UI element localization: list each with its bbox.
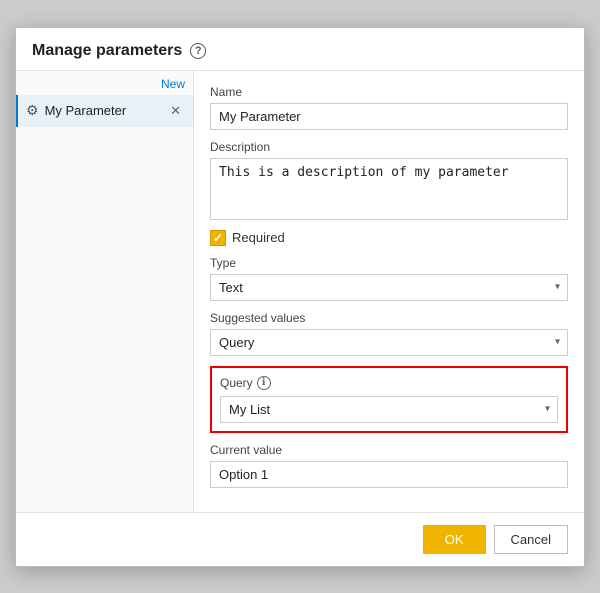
type-field-group: Type Text Number Date Boolean ▾ — [210, 256, 568, 301]
new-bar: New — [16, 71, 193, 95]
suggested-values-select[interactable]: Query List of values Any value — [210, 329, 568, 356]
help-icon[interactable]: ? — [190, 43, 206, 59]
dialog-footer: OK Cancel — [16, 512, 584, 566]
required-row: ✓ Required — [210, 230, 568, 246]
name-label: Name — [210, 85, 568, 99]
current-value-label: Current value — [210, 443, 568, 457]
query-section: Query ℹ My List Query List ▾ — [210, 366, 568, 433]
type-label: Type — [210, 256, 568, 270]
current-value-input[interactable] — [210, 461, 568, 488]
dialog-header: Manage parameters ? — [16, 28, 584, 71]
left-panel: New ⚙ My Parameter ✕ — [16, 71, 194, 512]
type-select-wrap: Text Number Date Boolean ▾ — [210, 274, 568, 301]
dialog-body: New ⚙ My Parameter ✕ Name Description Th… — [16, 71, 584, 512]
query-select-wrap: My List Query List ▾ — [220, 396, 558, 423]
name-input[interactable] — [210, 103, 568, 130]
checkmark-icon: ✓ — [213, 232, 223, 244]
close-icon[interactable]: ✕ — [166, 101, 185, 121]
query-label-row: Query ℹ — [220, 376, 558, 390]
parameter-item[interactable]: ⚙ My Parameter ✕ — [16, 95, 193, 127]
required-text: Required — [232, 230, 285, 245]
type-select[interactable]: Text Number Date Boolean — [210, 274, 568, 301]
name-field-group: Name — [210, 85, 568, 130]
dialog-title: Manage parameters — [32, 42, 182, 60]
manage-parameters-dialog: Manage parameters ? New ⚙ My Parameter ✕… — [15, 27, 585, 567]
query-label: Query — [220, 376, 253, 390]
suggested-values-label: Suggested values — [210, 311, 568, 325]
description-label: Description — [210, 140, 568, 154]
query-info-icon[interactable]: ℹ — [257, 376, 271, 390]
suggested-values-select-wrap: Query List of values Any value ▾ — [210, 329, 568, 356]
query-select[interactable]: My List Query List — [220, 396, 558, 423]
parameter-icon: ⚙ — [26, 102, 39, 119]
suggested-values-field-group: Suggested values Query List of values An… — [210, 311, 568, 356]
parameter-name: My Parameter — [45, 103, 167, 118]
description-field-group: Description This is a description of my … — [210, 140, 568, 220]
cancel-button[interactable]: Cancel — [494, 525, 568, 554]
description-textarea[interactable]: This is a description of my parameter — [210, 158, 568, 220]
required-checkbox[interactable]: ✓ — [210, 230, 226, 246]
new-label[interactable]: New — [161, 77, 185, 91]
current-value-field-group: Current value — [210, 443, 568, 488]
right-panel: Name Description This is a description o… — [194, 71, 584, 512]
ok-button[interactable]: OK — [423, 525, 486, 554]
